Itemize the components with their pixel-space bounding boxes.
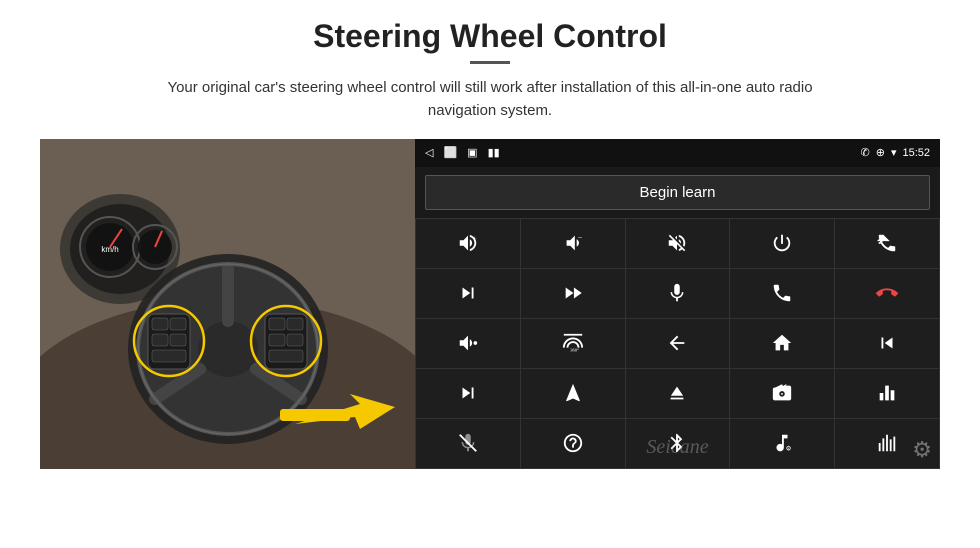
content-row: km/h <box>40 139 940 469</box>
mic-button[interactable] <box>626 269 730 318</box>
page-title: Steering Wheel Control <box>313 18 667 55</box>
phone-hang-up-button[interactable] <box>835 269 939 318</box>
car-image: km/h <box>40 139 415 469</box>
mute-button[interactable] <box>626 219 730 268</box>
title-divider <box>470 61 510 64</box>
svg-text:360°: 360° <box>570 347 579 352</box>
svg-text:+: + <box>472 233 476 242</box>
vol-down-button[interactable]: − <box>521 219 625 268</box>
phone-prev-button[interactable] <box>835 219 939 268</box>
music-button[interactable]: ⚙ <box>730 419 834 468</box>
power-button[interactable] <box>730 219 834 268</box>
skip-previous-button[interactable] <box>835 319 939 368</box>
wifi-icon: ▾ <box>891 146 897 159</box>
radio-button[interactable] <box>730 369 834 418</box>
status-bar: ◁ ⬜ ▣ ▮▮ ✆ ⊕ ▾ 15:52 <box>415 139 940 167</box>
fast-forward-button[interactable] <box>521 269 625 318</box>
signal-bars-icon: ▮▮ <box>488 146 500 159</box>
mic2-button[interactable] <box>416 419 520 468</box>
phone-status-icon: ✆ <box>861 146 870 159</box>
status-right: ✆ ⊕ ▾ 15:52 <box>861 146 931 159</box>
svg-text:⚙: ⚙ <box>786 445 792 452</box>
android-screen: ◁ ⬜ ▣ ▮▮ ✆ ⊕ ▾ 15:52 Begin learn <box>415 139 940 469</box>
window-icon[interactable]: ⬜ <box>443 146 457 159</box>
home-button[interactable] <box>730 319 834 368</box>
skip-forward-button[interactable] <box>416 369 520 418</box>
svg-text:−: − <box>577 233 582 242</box>
begin-learn-row: Begin learn <box>415 167 940 218</box>
navigation-button[interactable] <box>521 369 625 418</box>
settings-gear-icon[interactable]: ⚙ <box>912 437 932 463</box>
horn-button[interactable] <box>416 319 520 368</box>
bluetooth-button[interactable] <box>626 419 730 468</box>
equalizer-button[interactable] <box>835 369 939 418</box>
status-left: ◁ ⬜ ▣ ▮▮ <box>425 146 500 159</box>
camera360-button[interactable]: 360° <box>521 319 625 368</box>
controls-grid: + − <box>415 218 940 469</box>
vol-up-button[interactable]: + <box>416 219 520 268</box>
phone-answer-button[interactable] <box>730 269 834 318</box>
clock: 15:52 <box>902 147 930 159</box>
settings-button[interactable] <box>521 419 625 468</box>
location-icon: ⊕ <box>876 146 885 159</box>
begin-learn-button[interactable]: Begin learn <box>425 175 930 210</box>
page-subtitle: Your original car's steering wheel contr… <box>140 76 840 123</box>
eject-button[interactable] <box>626 369 730 418</box>
back-nav-icon[interactable]: ◁ <box>425 146 433 159</box>
back-nav-button[interactable] <box>626 319 730 368</box>
square-icon[interactable]: ▣ <box>467 146 477 159</box>
skip-next-button[interactable] <box>416 269 520 318</box>
